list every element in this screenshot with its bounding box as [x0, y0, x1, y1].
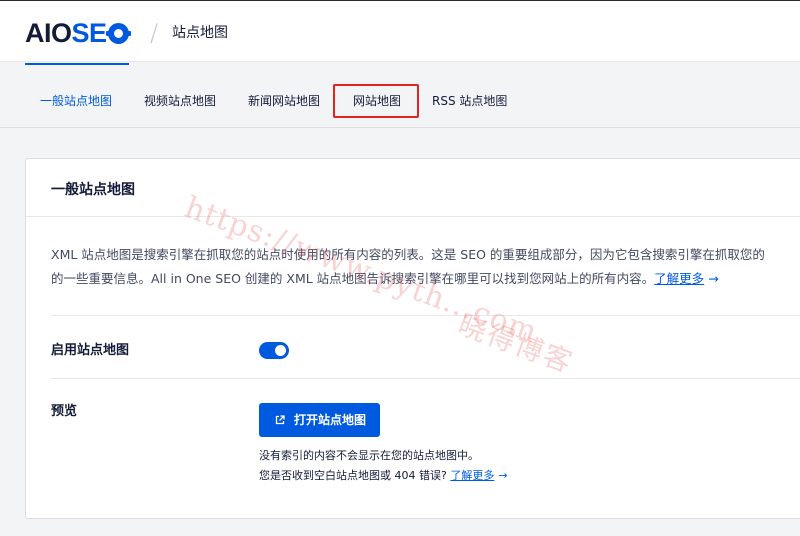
highlight-annotation: [333, 84, 419, 118]
card-header: 一般站点地图: [26, 159, 800, 217]
gear-icon: [105, 23, 131, 44]
general-sitemap-card: 一般站点地图 XML 站点地图是搜索引擎在抓取您的站点时使用的所有内容的列表。这…: [25, 158, 800, 519]
open-sitemap-button[interactable]: 打开站点地图: [259, 403, 380, 437]
arrow-right-icon: →: [498, 469, 508, 482]
note-learn-more-link[interactable]: 了解更多: [450, 469, 494, 482]
divider: [51, 378, 800, 379]
enable-sitemap-label: 启用站点地图: [51, 343, 130, 358]
preview-label: 预览: [51, 404, 78, 419]
toggle-knob: [275, 345, 286, 356]
arrow-right-icon: →: [708, 271, 719, 286]
noindex-note: 没有索引的内容不会显示在您的站点地图中。: [259, 449, 479, 462]
tab-video-sitemap[interactable]: 视频站点地图: [144, 93, 216, 109]
tab-news-sitemap[interactable]: 新闻网站地图: [248, 93, 320, 109]
enable-sitemap-toggle[interactable]: [259, 342, 289, 359]
tab-rss-sitemap[interactable]: RSS 站点地图: [432, 93, 507, 109]
divider: [51, 315, 800, 316]
external-link-icon: [275, 415, 285, 425]
learn-more-link[interactable]: 了解更多: [654, 271, 704, 286]
breadcrumb-separator: /: [150, 19, 159, 47]
breadcrumb: 站点地图: [172, 25, 228, 41]
top-bar: AIOSE / 站点地图: [0, 0, 800, 62]
active-tab-indicator: [25, 63, 129, 65]
tab-general-sitemap[interactable]: 一般站点地图: [40, 93, 112, 109]
sitemap-description: XML 站点地图是搜索引擎在抓取您的站点时使用的所有内容的列表。这是 SEO 的…: [51, 247, 765, 286]
blank-sitemap-note: 您是否收到空白站点地图或 404 错误? 了解更多 →: [259, 469, 508, 482]
aioseo-logo[interactable]: AIOSE: [25, 18, 131, 48]
card-title: 一般站点地图: [51, 182, 135, 198]
